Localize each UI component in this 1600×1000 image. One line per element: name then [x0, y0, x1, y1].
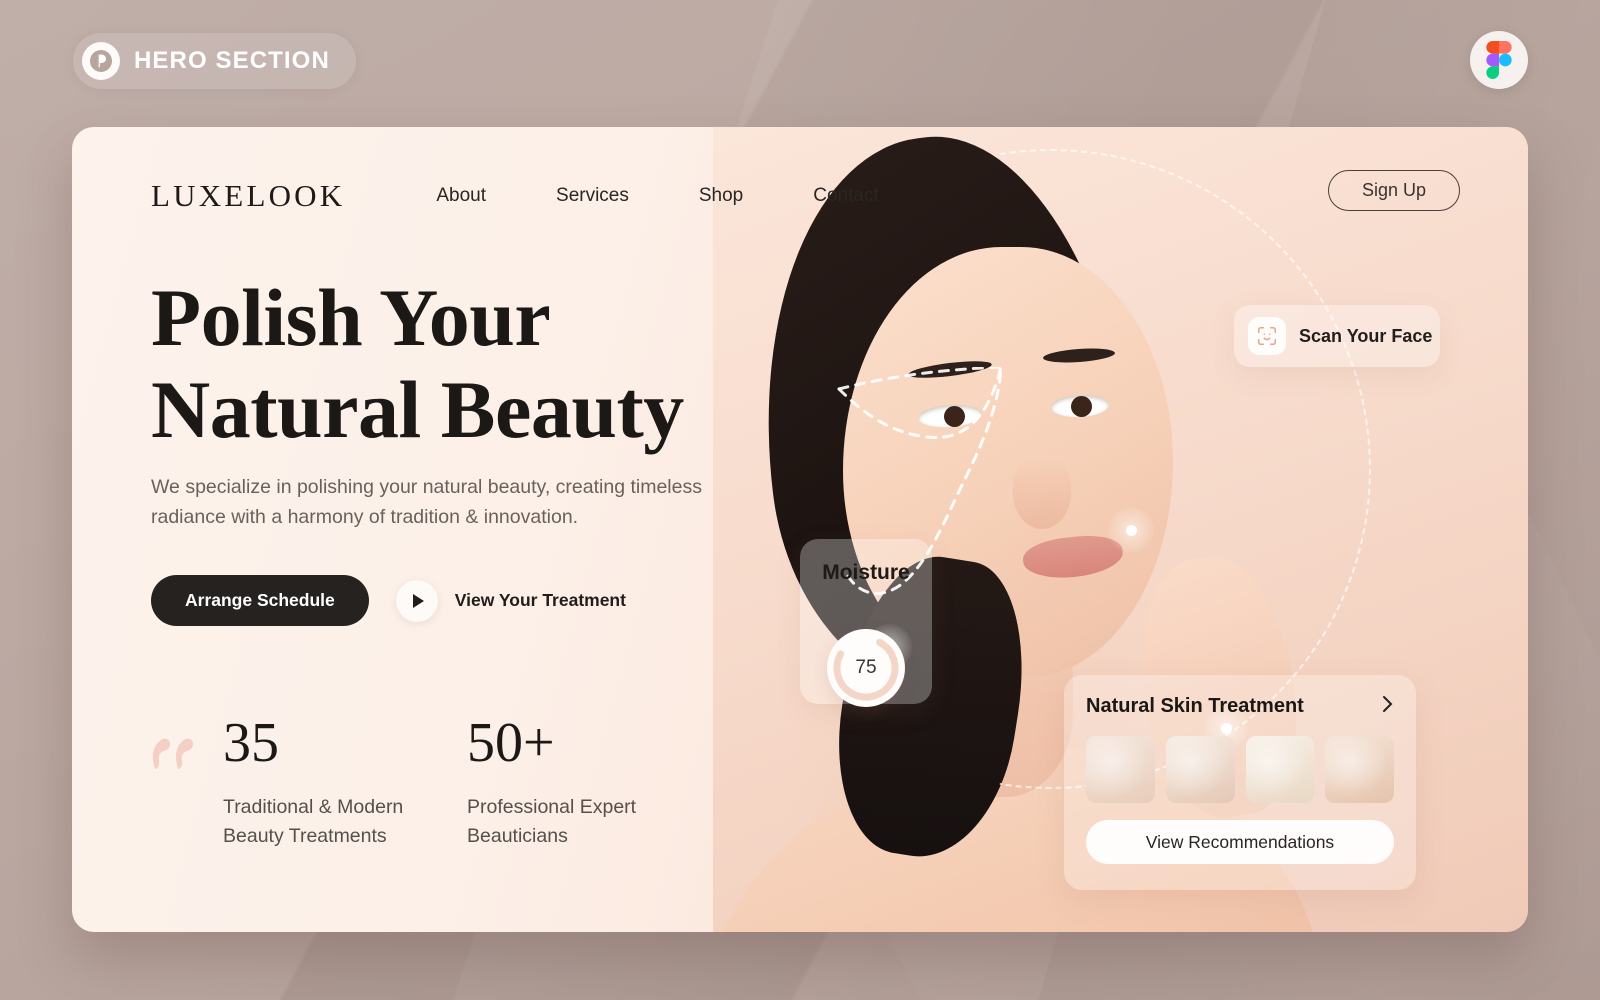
facial-massage-thumb[interactable]: [1325, 736, 1394, 803]
stat-item: 50+ Professional Expert Beauticians: [467, 715, 711, 852]
headline-line-2: Natural Beauty: [151, 363, 684, 455]
nav-links: About Services Shop Contact: [401, 185, 913, 207]
treatment-card-header: Natural Skin Treatment: [1086, 694, 1394, 719]
play-icon[interactable]: [395, 579, 438, 622]
stat-label: Traditional & Modern Beauty Treatments: [223, 796, 404, 848]
stats-row: 35 Traditional & Modern Beauty Treatment…: [151, 715, 711, 852]
nav-item-shop[interactable]: Shop: [664, 185, 778, 207]
quote-mark-icon: [151, 735, 197, 774]
stat-value: 50+: [467, 712, 555, 774]
badge-label: HERO SECTION: [134, 47, 330, 74]
face-scan-icon: [1248, 317, 1286, 355]
stat-value: 35: [223, 712, 279, 774]
view-recommendations-button[interactable]: View Recommendations: [1086, 820, 1394, 864]
scan-your-face-card[interactable]: Scan Your Face: [1234, 305, 1440, 367]
nav-item-services[interactable]: Services: [521, 185, 664, 207]
moisture-card: Moisture 75: [800, 539, 932, 707]
scan-point-marker: [1108, 507, 1154, 553]
natural-skin-treatment-card: Natural Skin Treatment View Recommendati…: [1064, 675, 1416, 890]
moisture-title: Moisture: [822, 561, 910, 584]
arrange-schedule-button[interactable]: Arrange Schedule: [151, 575, 369, 626]
view-treatment-label: View Your Treatment: [454, 590, 626, 610]
cta-row: Arrange Schedule View Your Treatment: [151, 575, 626, 626]
brand-logo[interactable]: LUXELOOK: [151, 178, 345, 214]
moisture-gauge: 75: [827, 629, 905, 707]
treatment-thumbnails: [1086, 736, 1394, 803]
hero-card: LUXELOOK About Services Shop Contact Sig…: [72, 127, 1528, 932]
figma-logo-icon[interactable]: [1470, 31, 1528, 89]
serum-bottle-thumb[interactable]: [1086, 736, 1155, 803]
sign-up-button[interactable]: Sign Up: [1327, 170, 1460, 211]
stat-label: Professional Expert Beauticians: [467, 796, 637, 848]
hero-section-badge: HERO SECTION: [73, 33, 356, 89]
page-title: Polish Your Natural Beauty: [151, 272, 811, 456]
treatment-card-title: Natural Skin Treatment: [1086, 695, 1304, 717]
stat-item: 35 Traditional & Modern Beauty Treatment…: [223, 715, 467, 852]
nav-item-about[interactable]: About: [401, 185, 521, 207]
chevron-right-icon[interactable]: [1381, 694, 1394, 719]
moisture-value: 75: [855, 657, 877, 678]
scan-your-face-label: Scan Your Face: [1299, 325, 1433, 346]
site-navigation: LUXELOOK About Services Shop Contact: [151, 178, 914, 214]
headline-line-1: Polish Your: [151, 272, 551, 363]
logo-mark-icon: [82, 42, 120, 80]
hero-subcopy: We specialize in polishing your natural …: [151, 476, 702, 529]
makeup-products-thumb[interactable]: [1245, 736, 1315, 803]
nav-item-contact[interactable]: Contact: [778, 185, 913, 207]
view-treatment-button[interactable]: View Your Treatment: [395, 579, 626, 622]
woman-holding-cream-thumb[interactable]: [1165, 736, 1235, 803]
